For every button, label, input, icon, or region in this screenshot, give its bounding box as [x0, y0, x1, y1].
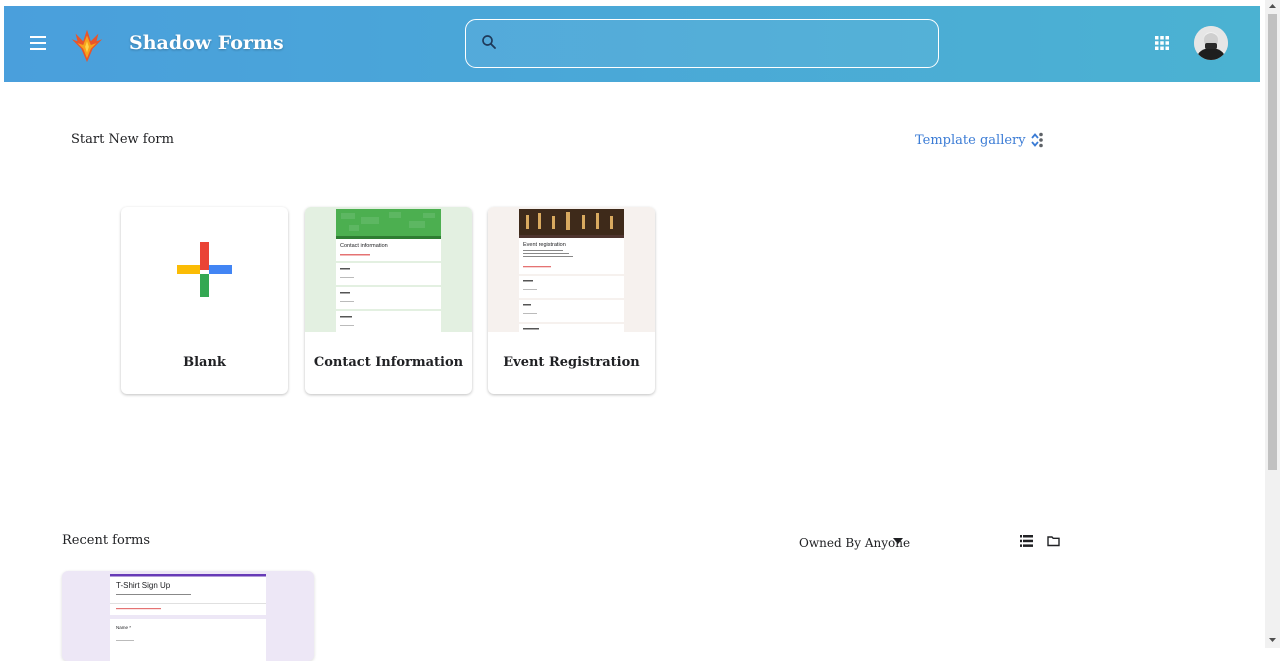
template-card-event-registration[interactable]: Event registration Event Registration — [488, 207, 655, 394]
template-gallery-label: Template gallery — [915, 132, 1026, 148]
event-form-preview: Event registration — [488, 207, 655, 332]
list-view-icon[interactable] — [1020, 535, 1033, 547]
app-title[interactable]: Shadow Forms — [129, 32, 284, 54]
preview-title: Contact information — [340, 243, 388, 249]
preview-title: T-Shirt Sign Up — [116, 581, 171, 590]
user-avatar[interactable] — [1194, 26, 1228, 60]
preview-title: Event registration — [523, 242, 566, 248]
template-card-contact-information[interactable]: Contact information Contact Information — [305, 207, 472, 394]
search-bar[interactable] — [465, 19, 939, 68]
avatar-image-icon — [1194, 26, 1228, 60]
apps-grid-icon[interactable] — [1155, 36, 1169, 50]
more-vert-icon[interactable] — [1036, 132, 1046, 148]
dropdown-caret-icon[interactable] — [893, 538, 903, 544]
template-card-blank[interactable]: Blank — [121, 207, 288, 394]
template-label: Contact Information — [313, 355, 464, 370]
scroll-up-arrow-icon[interactable] — [1268, 2, 1277, 10]
scrollbar-thumb[interactable] — [1268, 14, 1277, 470]
preview-field-label: Name * — [116, 625, 131, 630]
contact-form-preview: Contact information — [305, 207, 472, 332]
app-header: Shadow Forms — [4, 6, 1260, 82]
plus-icon — [177, 242, 232, 297]
scroll-down-arrow-icon[interactable] — [1268, 636, 1277, 644]
search-input[interactable] — [510, 28, 924, 60]
start-new-form-title: Start New form — [71, 132, 174, 147]
menu-icon[interactable] — [30, 36, 46, 50]
template-label: Blank — [183, 355, 226, 370]
page-scrollbar[interactable] — [1265, 0, 1280, 648]
search-icon[interactable] — [480, 33, 498, 51]
template-label: Event Registration — [503, 355, 640, 370]
recent-forms-title: Recent forms — [62, 533, 151, 548]
template-gallery-button[interactable]: Template gallery — [915, 131, 1040, 149]
folder-icon[interactable] — [1047, 535, 1060, 547]
phoenix-logo-icon — [71, 29, 103, 63]
